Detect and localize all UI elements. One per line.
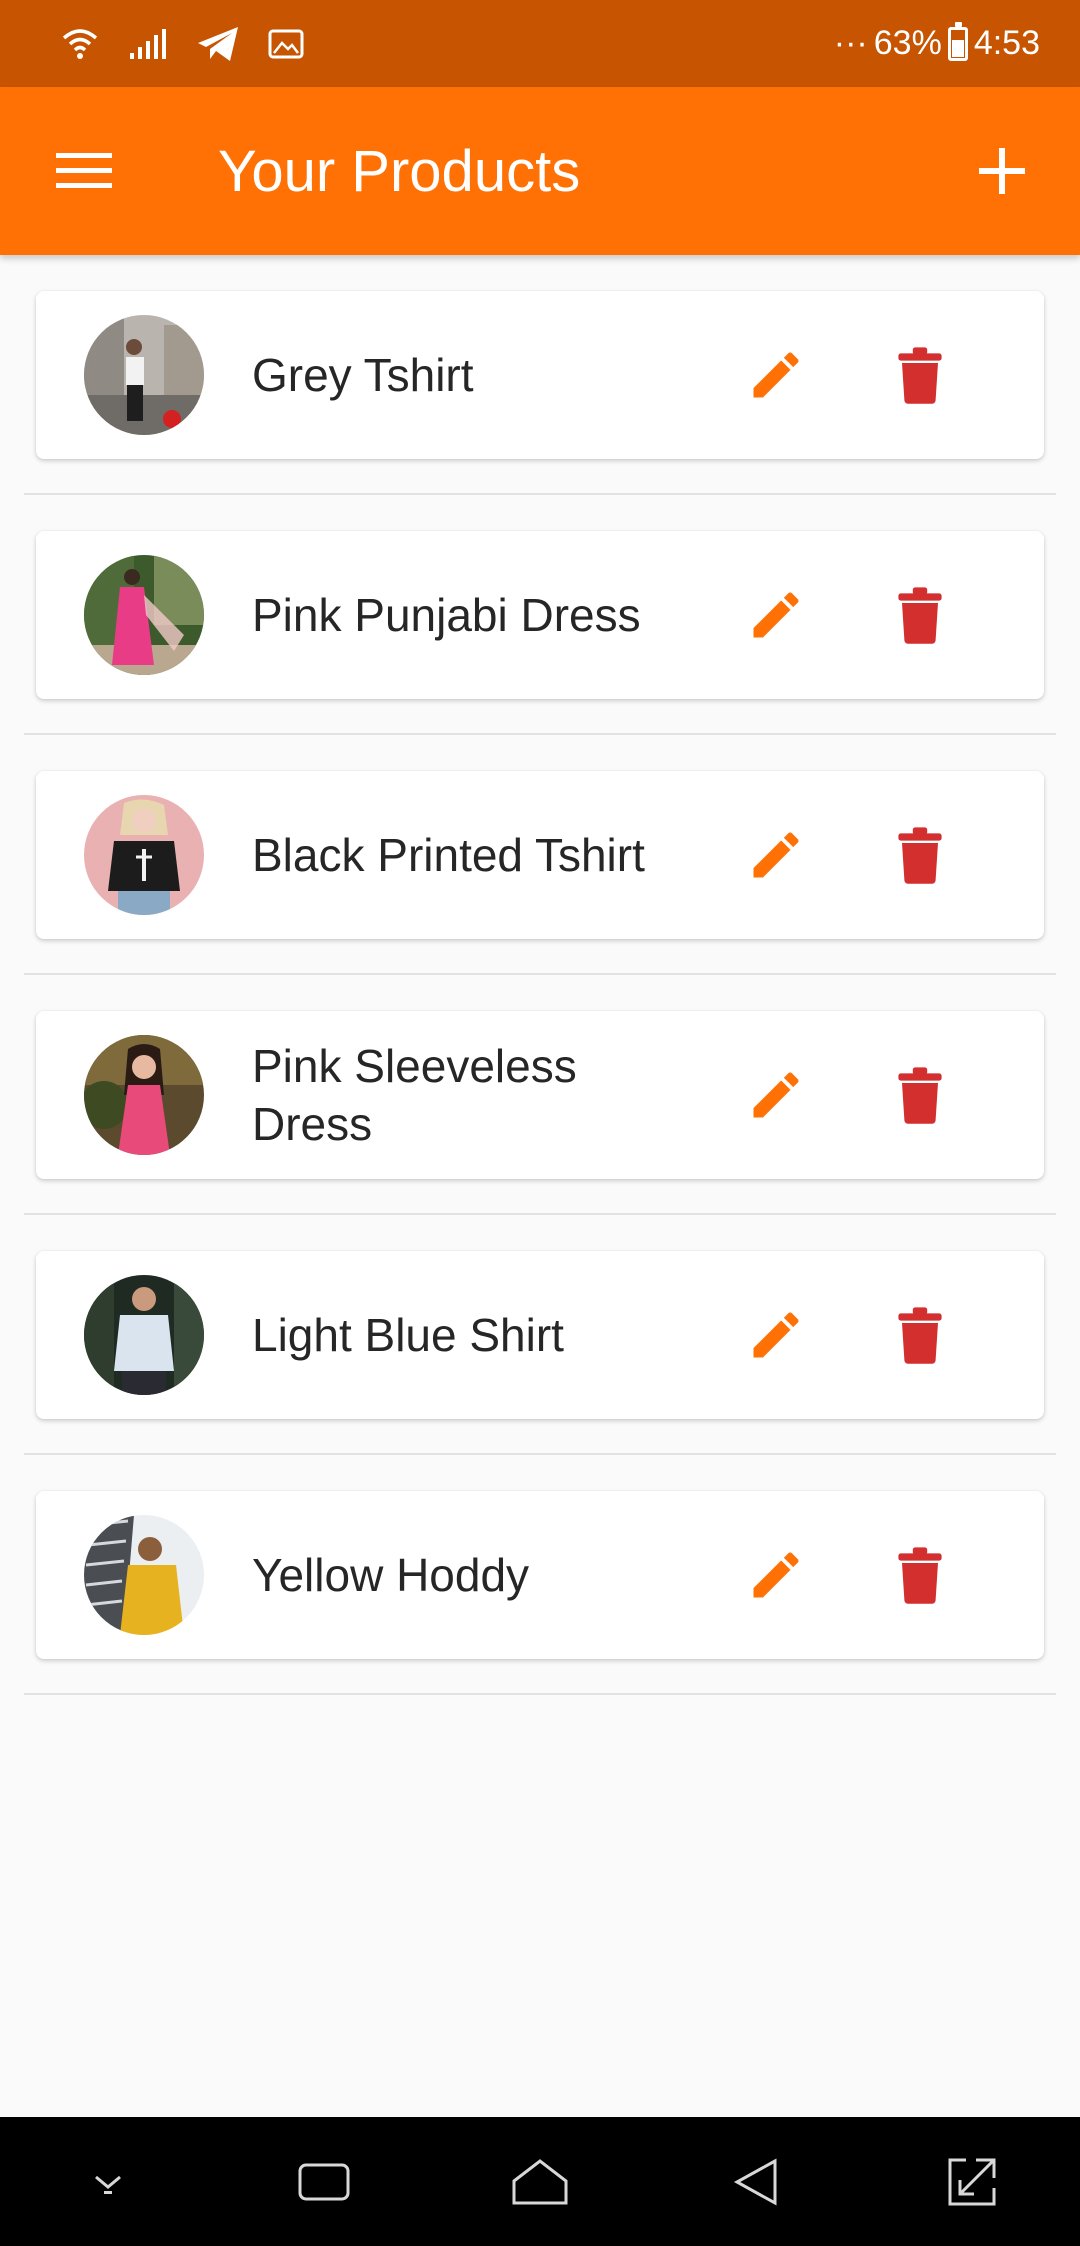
expand-icon xyxy=(948,2158,996,2205)
list-item: Black Printed Tshirt xyxy=(24,735,1056,975)
battery-icon xyxy=(947,21,968,61)
product-avatar xyxy=(84,315,204,435)
product-name: Black Printed Tshirt xyxy=(252,829,645,881)
home-button[interactable] xyxy=(490,2132,590,2232)
trash-icon xyxy=(898,1307,942,1364)
status-right: ··· 63% 4:53 xyxy=(833,21,1040,63)
app-bar: Your Products xyxy=(0,87,1080,255)
back-icon xyxy=(733,2157,777,2206)
delete-button[interactable] xyxy=(880,1055,960,1135)
pencil-icon xyxy=(753,592,799,638)
chevron-down-icon xyxy=(95,2175,121,2194)
product-avatar xyxy=(84,1515,204,1635)
product-card[interactable]: Black Printed Tshirt xyxy=(36,771,1044,939)
home-icon xyxy=(512,2158,568,2204)
delete-button[interactable] xyxy=(880,1295,960,1375)
product-card[interactable]: Light Blue Shirt xyxy=(36,1251,1044,1419)
status-bar: ··· 63% 4:53 xyxy=(0,0,1080,87)
battery-percent: 63% xyxy=(873,24,942,62)
pencil-icon xyxy=(753,1552,799,1598)
pencil-icon xyxy=(753,1312,799,1358)
trash-icon xyxy=(898,1067,942,1124)
product-card[interactable]: Pink Sleeveless Dress xyxy=(36,1011,1044,1179)
notification-dots: ··· xyxy=(833,24,868,62)
delete-button[interactable] xyxy=(880,575,960,655)
status-icons xyxy=(60,24,304,64)
menu-button[interactable] xyxy=(42,129,126,213)
edit-button[interactable] xyxy=(736,1535,816,1615)
product-card[interactable]: Grey Tshirt xyxy=(36,291,1044,459)
expand-button[interactable] xyxy=(922,2132,1022,2232)
product-avatar xyxy=(84,555,204,675)
trash-icon xyxy=(898,827,942,884)
back-button[interactable] xyxy=(706,2132,806,2232)
edit-button[interactable] xyxy=(736,1295,816,1375)
edit-button[interactable] xyxy=(736,1055,816,1135)
list-item: Light Blue Shirt xyxy=(24,1215,1056,1455)
product-name: Grey Tshirt xyxy=(252,349,474,401)
edit-button[interactable] xyxy=(736,335,816,415)
recents-icon xyxy=(298,2163,350,2200)
product-name: Light Blue Shirt xyxy=(252,1309,564,1361)
list-item: Pink Punjabi Dress xyxy=(24,495,1056,735)
product-card[interactable]: Yellow Hoddy xyxy=(36,1491,1044,1659)
list-item: Grey Tshirt xyxy=(24,255,1056,495)
product-avatar xyxy=(84,1035,204,1155)
delete-button[interactable] xyxy=(880,335,960,415)
clock: 4:53 xyxy=(973,24,1040,62)
product-name: Yellow Hoddy xyxy=(252,1549,530,1601)
menu-icon xyxy=(56,153,112,188)
system-nav-bar xyxy=(0,2117,1080,2246)
signal-icon xyxy=(128,27,168,61)
delete-button[interactable] xyxy=(880,815,960,895)
trash-icon xyxy=(898,347,942,404)
page-title: Your Products xyxy=(218,138,581,204)
list-item: Yellow Hoddy xyxy=(24,1455,1056,1695)
edit-button[interactable] xyxy=(736,815,816,895)
trash-icon xyxy=(898,587,942,644)
product-name: Pink Punjabi Dress xyxy=(252,589,641,641)
product-avatar xyxy=(84,795,204,915)
wifi-icon xyxy=(60,24,100,64)
product-list: Grey Tshirt Pink Punjabi Dress Black Pri… xyxy=(0,255,1080,1695)
product-card[interactable]: Pink Punjabi Dress xyxy=(36,531,1044,699)
pencil-icon xyxy=(753,1072,799,1118)
recents-button[interactable] xyxy=(274,2132,374,2232)
product-avatar xyxy=(84,1275,204,1395)
pencil-icon xyxy=(753,352,799,398)
gallery-icon xyxy=(268,29,304,59)
edit-button[interactable] xyxy=(736,575,816,655)
add-product-button[interactable] xyxy=(960,129,1044,213)
telegram-icon xyxy=(196,25,240,63)
product-name: Pink Sleeveless Dress xyxy=(252,1040,577,1150)
plus-icon xyxy=(979,148,1025,194)
trash-icon xyxy=(898,1547,942,1604)
delete-button[interactable] xyxy=(880,1535,960,1615)
hide-nav-button[interactable] xyxy=(58,2132,158,2232)
pencil-icon xyxy=(753,832,799,878)
list-item: Pink Sleeveless Dress xyxy=(24,975,1056,1215)
